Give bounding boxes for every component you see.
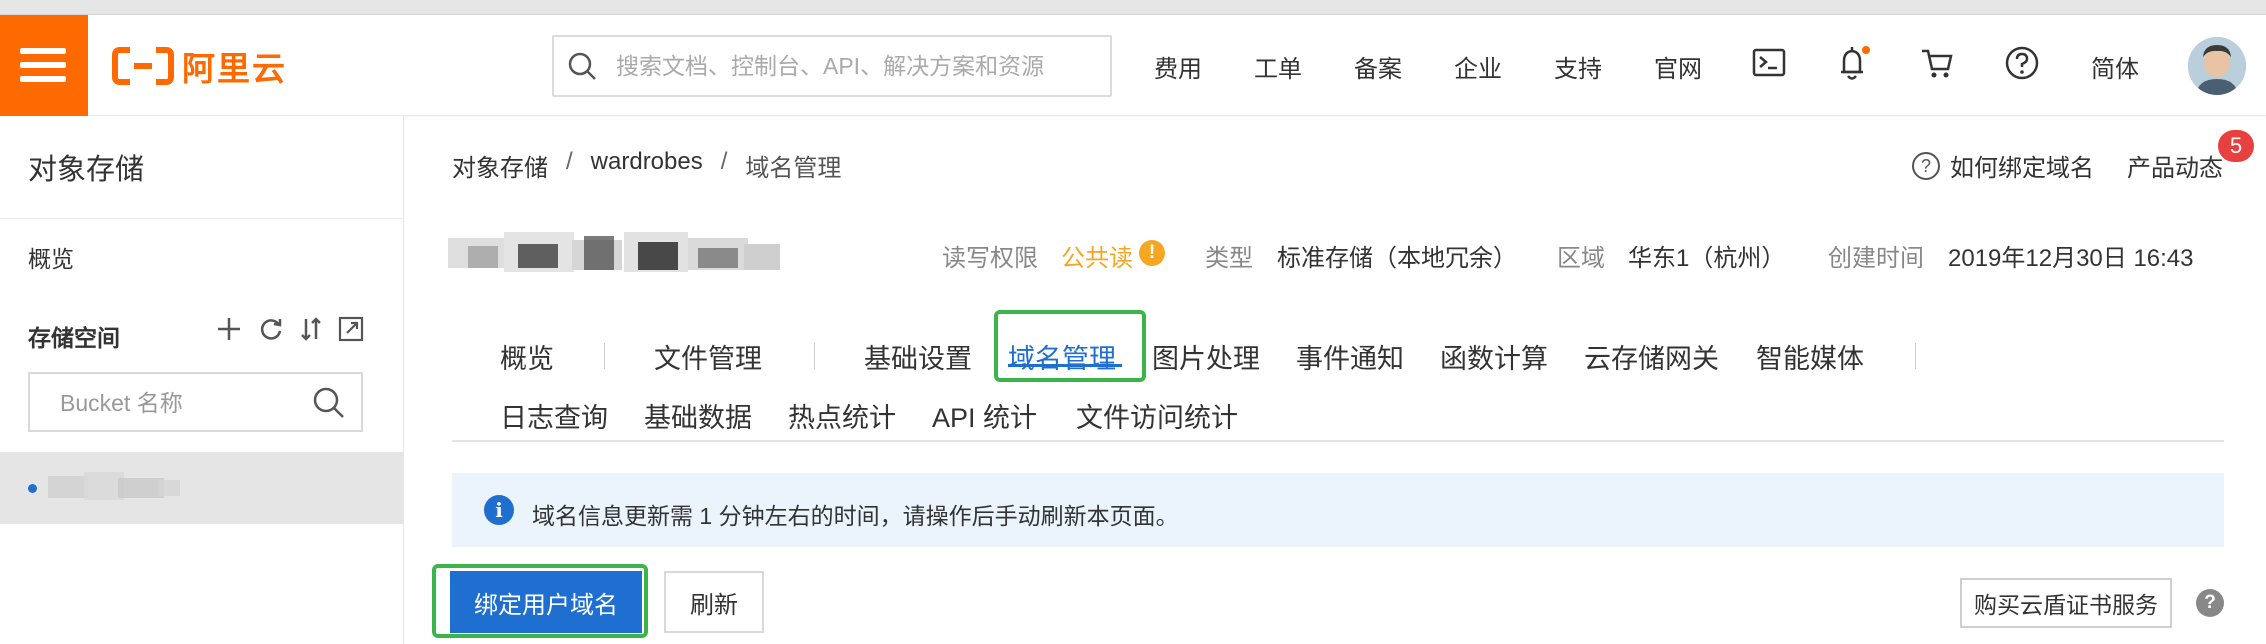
info-icon: i <box>484 495 514 525</box>
global-search-input[interactable] <box>616 47 1096 85</box>
product-news-link[interactable]: 产品动态 <box>2127 148 2223 183</box>
breadcrumb-bucket[interactable]: wardrobes <box>591 148 703 183</box>
hamburger-line <box>20 62 66 68</box>
redacted-bucket-title <box>448 232 780 272</box>
tab-api-statistics[interactable]: API 统计 <box>932 396 1037 435</box>
redacted-bucket-name <box>48 472 180 500</box>
help-question-icon[interactable] <box>2004 45 2040 81</box>
tab-cloud-storage-gateway[interactable]: 云存储网关 <box>1584 337 1719 376</box>
buy-certificate-button[interactable]: 购买云盾证书服务 <box>1960 578 2172 628</box>
nav-billing[interactable]: 费用 <box>1154 49 1202 84</box>
nav-icp-filing[interactable]: 备案 <box>1354 49 1402 84</box>
help-icon[interactable]: ? <box>2196 589 2224 617</box>
tab-event-notification[interactable]: 事件通知 <box>1296 337 1404 376</box>
tab-highlight-box <box>994 310 1146 382</box>
tab-separator <box>814 343 815 369</box>
search-icon[interactable] <box>312 386 346 420</box>
sidebar-title: 对象存储 <box>28 154 145 186</box>
tab-image-processing[interactable]: 图片处理 <box>1152 337 1260 376</box>
aliyun-logo[interactable]: 阿里云 <box>112 43 287 89</box>
sidebar-item-overview[interactable]: 概览 <box>28 240 74 274</box>
refresh-list-icon[interactable] <box>258 316 284 342</box>
refresh-button[interactable]: 刷新 <box>664 571 764 633</box>
hamburger-menu-button[interactable] <box>0 15 88 116</box>
region-value: 华东1（杭州） <box>1628 245 1786 272</box>
global-search-box[interactable] <box>552 35 1112 97</box>
hamburger-line <box>20 76 66 82</box>
tab-file-management[interactable]: 文件管理 <box>654 337 762 376</box>
bind-domain-help-link[interactable]: ? 如何绑定域名 <box>1912 148 2094 183</box>
hamburger-line <box>20 48 66 54</box>
tab-separator <box>1915 343 1916 369</box>
browser-chrome-strip <box>0 0 2266 15</box>
terminal-icon[interactable] <box>1752 45 1786 81</box>
bucket-search-input[interactable] <box>60 386 310 420</box>
breadcrumb-root[interactable]: 对象存储 <box>452 148 548 183</box>
logo-text: 阿里云 <box>182 50 287 87</box>
breadcrumb-current: 域名管理 <box>745 155 842 182</box>
top-navigation-bar: 阿里云 费用 工单 备案 企业 支持 官网 简体 <box>0 15 2266 116</box>
nav-official-site[interactable]: 官网 <box>1654 49 1702 84</box>
aliyun-logo-icon <box>112 47 174 85</box>
search-icon <box>568 52 596 80</box>
bucket-status-dot <box>28 484 37 493</box>
created-time-value: 2019年12月30日 16:43 <box>1948 245 2194 272</box>
user-avatar[interactable] <box>2188 37 2246 95</box>
tab-function-compute[interactable]: 函数计算 <box>1440 337 1548 376</box>
language-switch[interactable]: 简体 <box>2091 49 2139 84</box>
sidebar-buckets-label: 存储空间 <box>28 325 120 351</box>
product-news-badge: 5 <box>2218 130 2254 162</box>
expand-icon[interactable] <box>338 316 364 342</box>
bucket-search-box[interactable] <box>28 372 363 432</box>
sidebar: 对象存储 概览 存储空间 <box>0 116 404 644</box>
breadcrumb: 对象存储 / wardrobes / 域名管理 <box>452 148 841 183</box>
breadcrumb-separator: / <box>566 148 573 175</box>
tab-overview[interactable]: 概览 <box>500 337 554 376</box>
info-notice: i 域名信息更新需 1 分钟左右的时间，请操作后手动刷新本页面。 <box>452 473 2224 547</box>
sidebar-divider <box>0 218 404 219</box>
button-highlight-box <box>432 564 648 638</box>
tab-file-access-statistics[interactable]: 文件访问统计 <box>1076 396 1238 435</box>
add-bucket-icon[interactable] <box>216 316 242 342</box>
tab-log-query[interactable]: 日志查询 <box>500 396 608 435</box>
notification-bell-icon[interactable] <box>1836 45 1872 83</box>
breadcrumb-separator: / <box>720 148 728 175</box>
tab-separator <box>604 343 605 369</box>
tab-basic-data[interactable]: 基础数据 <box>644 396 752 435</box>
notice-text: 域名信息更新需 1 分钟左右的时间，请操作后手动刷新本页面。 <box>532 503 1179 529</box>
acl-label: 读写权限 <box>942 245 1038 272</box>
shopping-cart-icon[interactable] <box>1920 45 1956 81</box>
nav-tickets[interactable]: 工单 <box>1254 49 1302 84</box>
region-label: 区域 <box>1557 245 1605 272</box>
bucket-list-item[interactable] <box>0 452 403 524</box>
storage-type-label: 类型 <box>1205 245 1253 272</box>
warning-icon[interactable]: ! <box>1139 240 1165 266</box>
question-circle-icon: ? <box>1912 151 1940 180</box>
sort-icon[interactable] <box>298 316 324 342</box>
tabs-divider <box>452 440 2224 442</box>
bind-domain-help-text: 如何绑定域名 <box>1950 155 2094 182</box>
created-time-label: 创建时间 <box>1828 245 1924 272</box>
nav-support[interactable]: 支持 <box>1554 49 1602 84</box>
nav-enterprise[interactable]: 企业 <box>1454 49 1502 84</box>
tab-hotspot-statistics[interactable]: 热点统计 <box>788 396 896 435</box>
avatar-portrait-icon <box>2188 37 2246 95</box>
tab-basic-settings[interactable]: 基础设置 <box>864 337 972 376</box>
tab-intelligent-media[interactable]: 智能媒体 <box>1756 337 1864 376</box>
acl-value: 公共读 <box>1061 245 1133 272</box>
storage-type-value: 标准存储（本地冗余） <box>1277 245 1517 272</box>
